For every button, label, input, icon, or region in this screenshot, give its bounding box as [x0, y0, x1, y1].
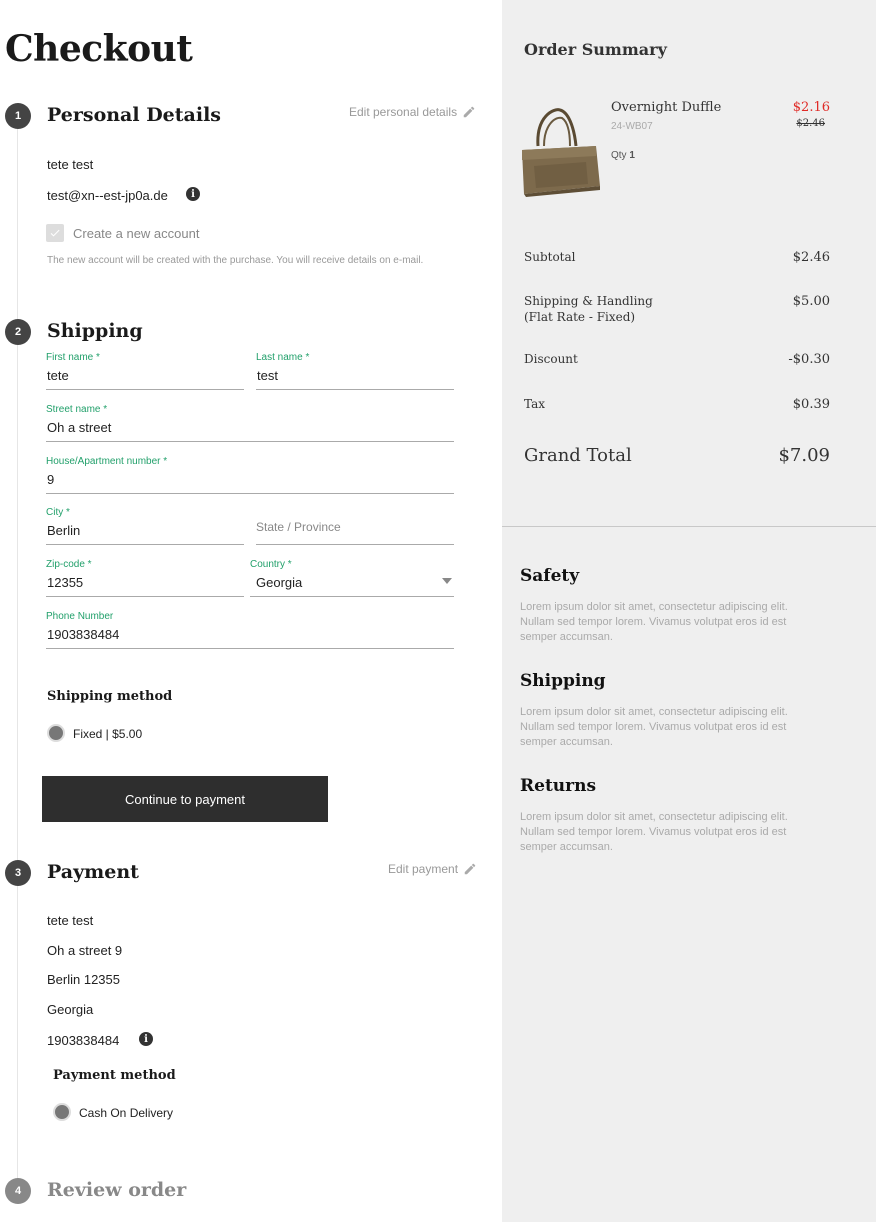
city-field[interactable]: City * Berlin: [46, 507, 244, 545]
payment-address-line: tete test: [47, 913, 94, 928]
street-name-field[interactable]: Street name * Oh a street: [46, 404, 454, 442]
summary-row-label: Shipping & Handling (Flat Rate - Fixed): [524, 294, 653, 324]
city-value: Berlin: [47, 523, 81, 538]
summary-row-value: -$0.30: [788, 352, 830, 367]
summary-row-value: $2.46: [792, 250, 830, 265]
summary-row-value: $5.00: [792, 294, 830, 309]
first-name-label: First name *: [46, 352, 100, 363]
product-qty-value: 1: [629, 150, 635, 161]
shipping-info-heading: Shipping: [520, 671, 606, 691]
shipping-method-heading: Shipping method: [47, 689, 173, 704]
order-summary-title: Order Summary: [524, 40, 667, 59]
country-select[interactable]: Country * Georgia: [250, 559, 454, 597]
edit-payment-link[interactable]: Edit payment: [388, 862, 477, 876]
step-4-badge: 4: [5, 1178, 31, 1204]
payment-address-line: Georgia: [47, 1002, 94, 1017]
phone-info-icon[interactable]: i: [139, 1032, 153, 1046]
last-name-label: Last name *: [256, 352, 310, 363]
step-2-badge: 2: [5, 319, 31, 345]
safety-text: Lorem ipsum dolor sit amet, consectetur …: [520, 601, 788, 643]
shipping-heading: Shipping: [47, 320, 143, 342]
grand-total-label: Grand Total: [524, 445, 632, 466]
house-number-label: House/Apartment number *: [46, 456, 168, 467]
continue-to-payment-button[interactable]: Continue to payment: [42, 776, 328, 822]
payment-heading: Payment: [47, 861, 139, 883]
summary-row-label: Discount: [524, 352, 578, 366]
page-title: Checkout: [5, 28, 193, 70]
shipping-info-text: Lorem ipsum dolor sit amet, consectetur …: [520, 706, 788, 748]
shipping-method-option: Fixed | $5.00: [73, 727, 143, 741]
personal-name: tete test: [47, 157, 94, 172]
summary-row-label: Subtotal: [524, 250, 576, 264]
product-name: Overnight Duffle: [611, 100, 722, 115]
create-account-label: Create a new account: [73, 226, 200, 241]
zip-code-field[interactable]: Zip-code * 12355: [46, 559, 244, 597]
summary-divider: [502, 526, 876, 527]
safety-heading: Safety: [520, 566, 580, 586]
payment-address-line: 1903838484: [47, 1033, 120, 1048]
edit-personal-details-label: Edit personal details: [349, 105, 458, 119]
pencil-icon: [464, 863, 476, 875]
city-label: City *: [46, 507, 70, 518]
payment-method-heading: Payment method: [53, 1068, 176, 1083]
shipping-method-radio[interactable]: [47, 724, 65, 742]
product-original-price: $2.46: [796, 118, 825, 129]
country-label: Country *: [250, 559, 292, 570]
edit-personal-details-link[interactable]: Edit personal details: [349, 105, 476, 119]
payment-address-line: Oh a street 9: [47, 943, 123, 958]
returns-heading: Returns: [520, 776, 597, 796]
step-3-badge: 3: [5, 860, 31, 886]
chevron-down-icon: [442, 578, 452, 584]
duffle-bag-image: [522, 108, 600, 197]
personal-email: test@xn--est-jp0a.de: [47, 188, 168, 203]
create-account-checkbox[interactable]: [46, 224, 64, 242]
grand-total-value: $7.09: [778, 445, 830, 466]
street-name-value: Oh a street: [47, 420, 112, 435]
create-account-hint: The new account will be created with the…: [47, 255, 424, 266]
personal-details-heading: Personal Details: [47, 104, 221, 126]
zip-code-value: 12355: [47, 575, 84, 590]
phone-number-field[interactable]: Phone Number 1903838484: [46, 611, 454, 649]
street-name-label: Street name *: [46, 404, 108, 415]
house-number-value: 9: [47, 472, 55, 487]
payment-method-option: Cash On Delivery: [79, 1106, 174, 1120]
payment-address-line: Berlin 12355: [47, 972, 120, 987]
product-qty-label: Qty: [611, 150, 627, 161]
payment-method-radio[interactable]: [53, 1103, 71, 1121]
product-sku: 24-WB07: [611, 121, 653, 132]
phone-number-value: 1903838484: [47, 627, 120, 642]
product-price: $2.16: [792, 100, 830, 115]
last-name-value: test: [257, 368, 278, 383]
zip-code-label: Zip-code *: [46, 559, 92, 570]
phone-number-label: Phone Number: [46, 611, 114, 622]
checkmark-icon: [50, 229, 60, 237]
summary-row-label: Tax: [524, 397, 545, 411]
summary-row-value: $0.39: [792, 397, 830, 412]
email-info-icon[interactable]: i: [186, 187, 200, 201]
first-name-field[interactable]: First name * tete: [46, 352, 244, 390]
country-value: Georgia: [256, 575, 303, 590]
edit-payment-label: Edit payment: [388, 862, 459, 876]
last-name-field[interactable]: Last name * test: [256, 352, 454, 390]
state-province-field[interactable]: State / Province: [256, 507, 454, 545]
step-timeline-line: [17, 128, 18, 1203]
returns-text: Lorem ipsum dolor sit amet, consectetur …: [520, 811, 788, 853]
first-name-value: tete: [47, 368, 69, 383]
step-1-badge: 1: [5, 103, 31, 129]
state-province-placeholder: State / Province: [256, 520, 341, 534]
review-order-heading: Review order: [47, 1179, 187, 1201]
product-qty: Qty 1: [611, 150, 635, 161]
pencil-icon: [463, 106, 475, 118]
house-number-field[interactable]: House/Apartment number * 9: [46, 456, 454, 494]
